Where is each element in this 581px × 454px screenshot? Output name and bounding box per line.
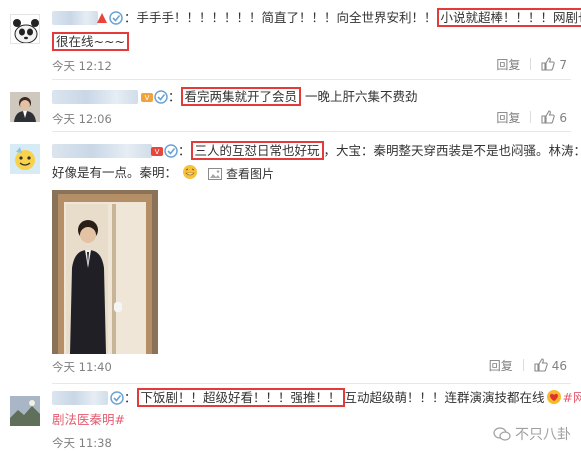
like-button[interactable]: 46 bbox=[534, 358, 567, 373]
comment-text-line2: 剧法医秦明# bbox=[52, 411, 567, 429]
comment-time: 今天 11:40 bbox=[52, 360, 120, 374]
thumbs-up-icon bbox=[541, 110, 556, 124]
comment-text: ：手手手！！！！！！！简直了！！！向全世界安利！！ 小说就超棒！！！！网剧也 bbox=[124, 8, 581, 27]
comment-actions: 回复 7 bbox=[496, 57, 567, 73]
comment-item: V ：看完两集就开了会员 一晚上肝六集不费劲 今天 12:06 回复 6 bbox=[0, 82, 581, 132]
like-count: 7 bbox=[559, 58, 567, 72]
username-blurred[interactable] bbox=[52, 90, 138, 104]
comment-text: ：下饭剧！！超级好看！！！强推！！ 互动超级萌！！！连群演演技都在线 #网 bbox=[124, 388, 581, 407]
hashtag-link[interactable]: #网 bbox=[563, 390, 581, 405]
separator bbox=[52, 131, 571, 132]
divider bbox=[530, 111, 532, 123]
hashtag-link[interactable]: 剧法医秦明# bbox=[52, 412, 125, 427]
timestamp: 今天 12:06 bbox=[52, 112, 112, 126]
comment-text: ：三人的互怼日常也好玩 ，大宝：秦明整天穿西装是不是也闷骚。林涛： bbox=[178, 141, 581, 160]
comment-text-segment: ： bbox=[124, 390, 137, 405]
thumbs-up-icon bbox=[541, 57, 556, 71]
vip-badge-icon bbox=[95, 11, 109, 25]
comment-text-line2: 好像是有一点。秦明： bbox=[52, 164, 567, 182]
timestamp: 今天 11:40 bbox=[52, 360, 112, 374]
person-avatar-icon bbox=[10, 92, 40, 122]
highlight-box: 三人的互怼日常也好玩 bbox=[190, 141, 324, 160]
like-count: 6 bbox=[559, 111, 567, 125]
avatar[interactable] bbox=[10, 144, 40, 174]
comment-item: V ：三人的互怼日常也好玩 ，大宝：秦明整天穿西装是不是也闷骚。林涛： 好像是有一… bbox=[0, 134, 581, 384]
comment-text-segment: 互动超级萌！！！连群演演技都在线 bbox=[344, 390, 545, 405]
like-button[interactable]: 7 bbox=[541, 57, 567, 72]
vip-badge-icon: V bbox=[150, 144, 164, 158]
cartoon-avatar-icon bbox=[10, 144, 40, 174]
separator bbox=[52, 79, 571, 80]
username-blurred[interactable] bbox=[52, 391, 108, 405]
comment-text-line2: 很在线~~~ bbox=[52, 32, 567, 51]
grin-emoji-icon bbox=[183, 165, 197, 179]
reply-button[interactable]: 回复 bbox=[489, 359, 513, 373]
photo-image bbox=[52, 190, 158, 354]
highlight-box: 下饭剧！！超级好看！！！强推！！ bbox=[136, 388, 345, 407]
watermark-text: 不只八卦 bbox=[515, 427, 571, 443]
watermark: 不只八卦 bbox=[493, 424, 571, 444]
comment-text-segment: 好像是有一点。秦明： bbox=[52, 165, 178, 180]
verified-badge-icon bbox=[110, 391, 124, 405]
avatar[interactable] bbox=[10, 396, 40, 426]
verified-badge-icon bbox=[109, 11, 123, 25]
divider bbox=[522, 359, 524, 371]
vip-badge-icon: V bbox=[140, 90, 154, 104]
reply-button[interactable]: 回复 bbox=[496, 111, 520, 125]
comment-text: ：看完两集就开了会员 一晚上肝六集不费劲 bbox=[168, 87, 567, 106]
thumbs-up-icon bbox=[534, 358, 548, 372]
panda-avatar-icon bbox=[11, 15, 39, 43]
avatar[interactable] bbox=[10, 92, 40, 122]
picture-icon bbox=[208, 168, 222, 180]
svg-text:V: V bbox=[145, 94, 150, 102]
divider bbox=[530, 58, 532, 70]
comment-text-segment: 一晚上肝六集不费劲 bbox=[301, 89, 418, 104]
comment-time: 今天 11:38 bbox=[52, 436, 120, 450]
comment-actions: 回复 6 bbox=[496, 110, 567, 126]
separator bbox=[52, 383, 571, 384]
highlight-box: 看完两集就开了会员 bbox=[180, 87, 302, 106]
comment-text-segment: ： bbox=[178, 143, 191, 158]
scenery-avatar-icon bbox=[10, 396, 40, 426]
reply-button[interactable]: 回复 bbox=[496, 58, 520, 72]
comment-text-segment: ，大宝：秦明整天穿西装是不是也闷骚。林涛： bbox=[323, 143, 581, 158]
like-count: 46 bbox=[551, 359, 567, 373]
comment-time: 今天 12:06 bbox=[52, 112, 120, 126]
username-blurred[interactable] bbox=[52, 144, 152, 158]
timestamp: 今天 12:12 bbox=[52, 59, 112, 73]
verified-badge-icon bbox=[154, 90, 168, 104]
comment-actions: 回复 46 bbox=[489, 358, 567, 374]
view-photo-label: 查看图片 bbox=[226, 167, 275, 181]
highlight-box: 小说就超棒！！！！网剧也 bbox=[436, 8, 581, 27]
like-button[interactable]: 6 bbox=[541, 110, 567, 125]
highlight-box: 很在线~~~ bbox=[52, 32, 129, 51]
wechat-logo-icon bbox=[493, 427, 511, 441]
comment-time: 今天 12:12 bbox=[52, 59, 120, 73]
avatar[interactable] bbox=[10, 14, 40, 44]
svg-text:V: V bbox=[155, 148, 160, 156]
view-photo-link[interactable]: 查看图片 bbox=[208, 164, 274, 184]
timestamp: 今天 11:38 bbox=[52, 436, 112, 450]
comment-photo-thumbnail[interactable] bbox=[52, 190, 158, 354]
comment-item: ：手手手！！！！！！！简直了！！！向全世界安利！！ 小说就超棒！！！！网剧也 很在… bbox=[0, 0, 581, 80]
verified-badge-icon bbox=[164, 144, 178, 158]
comment-text-segment: ：手手手！！！！！！！简直了！！！向全世界安利！！ bbox=[124, 10, 437, 25]
heart-emoji-icon bbox=[546, 390, 561, 404]
comment-text-segment: ： bbox=[168, 89, 181, 104]
username-blurred[interactable] bbox=[52, 11, 98, 25]
